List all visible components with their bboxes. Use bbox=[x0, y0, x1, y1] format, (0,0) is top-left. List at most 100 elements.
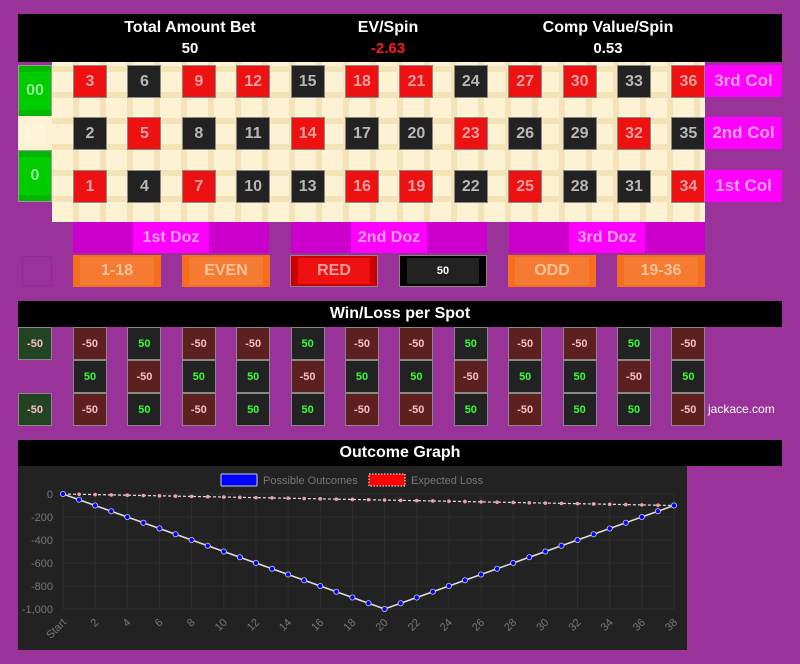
possible-outcomes-point bbox=[461, 577, 468, 584]
expected-loss-point bbox=[173, 494, 178, 498]
possible-outcomes-point bbox=[654, 508, 661, 515]
bet-spot-number[interactable]: 12 bbox=[236, 65, 271, 98]
bet-spot-number[interactable]: 17 bbox=[345, 117, 379, 150]
bet-spot-number[interactable]: 18 bbox=[345, 65, 379, 98]
bet-spot-number[interactable]: 27 bbox=[508, 65, 543, 98]
possible-outcomes-point bbox=[622, 519, 629, 526]
expected-loss-point bbox=[479, 500, 483, 504]
x-tick-label: 2 bbox=[88, 617, 101, 630]
winloss-cell: -50 bbox=[127, 360, 162, 393]
bet-spot-number[interactable]: 1 bbox=[73, 170, 107, 203]
winloss-cell: -50 bbox=[345, 393, 379, 426]
winloss-cell: -50 bbox=[508, 393, 543, 426]
bet-spot-1-18[interactable]: 1-18 bbox=[73, 255, 161, 287]
bet-spot-number[interactable]: 5 bbox=[127, 117, 162, 150]
x-tick-label: 20 bbox=[374, 617, 391, 634]
bet-spot-number[interactable]: 11 bbox=[236, 117, 271, 150]
possible-outcomes-point bbox=[590, 531, 597, 538]
expected-loss-point bbox=[77, 492, 81, 497]
bet-spot-number[interactable]: 24 bbox=[453, 65, 488, 98]
bet-spot-number[interactable]: 22 bbox=[453, 170, 488, 203]
bet-spot-number[interactable]: 32 bbox=[617, 117, 651, 150]
winloss-cell: 50 bbox=[73, 360, 107, 393]
x-tick-label: 12 bbox=[245, 617, 262, 634]
legend-label-possible-outcomes: Possible Outcomes bbox=[263, 475, 358, 487]
possible-outcomes-point bbox=[671, 502, 678, 509]
bet-spot-number[interactable]: 10 bbox=[236, 170, 271, 203]
bet-spot-even[interactable]: EVEN bbox=[182, 255, 270, 287]
comp-value-per-spin: Comp Value/Spin 0.53 bbox=[488, 14, 728, 59]
bet-spot-number[interactable]: 15 bbox=[290, 65, 325, 98]
x-tick-label: 34 bbox=[599, 617, 616, 634]
bet-spot-number[interactable]: 29 bbox=[562, 117, 597, 150]
bet-spot-number[interactable]: 8 bbox=[181, 117, 216, 150]
zero-split-spot[interactable] bbox=[18, 116, 52, 150]
winloss-cell: -50 bbox=[671, 393, 706, 426]
bet-spot-number[interactable]: 16 bbox=[345, 170, 379, 203]
possible-outcomes-point bbox=[445, 583, 452, 590]
comp-label: Comp Value/Spin bbox=[542, 19, 674, 36]
bet-spot-number[interactable]: 6 bbox=[127, 65, 162, 98]
bet-spot-number[interactable]: 14 bbox=[290, 117, 325, 150]
possible-outcomes-point bbox=[285, 571, 292, 578]
winloss-title: Win/Loss per Spot bbox=[18, 301, 782, 327]
bet-spot-number[interactable]: 26 bbox=[508, 117, 543, 150]
bet-spot-19-36[interactable]: 19-36 bbox=[617, 255, 705, 287]
outcome-chart: 0 -200 -400 -600 -800 -1,000 Start 2 4 6 8 10 12 14 16… bbox=[18, 466, 687, 650]
bet-spot-2nd-doz[interactable]: 2nd Doz bbox=[291, 222, 487, 253]
bet-spot-number[interactable]: 21 bbox=[399, 65, 434, 98]
bet-spot-number[interactable]: 23 bbox=[453, 117, 488, 150]
bet-spot-number[interactable]: 36 bbox=[671, 65, 706, 98]
bet-spot-number[interactable]: 13 bbox=[290, 170, 325, 203]
bet-spot-number[interactable]: 31 bbox=[617, 170, 651, 203]
bet-spot-number[interactable]: 30 bbox=[562, 65, 597, 98]
bet-spot-00[interactable]: 00 bbox=[18, 65, 52, 117]
bet-spot-0[interactable]: 0 bbox=[18, 150, 52, 202]
bet-spot-number[interactable]: 2 bbox=[73, 117, 107, 150]
x-tick-label: 26 bbox=[470, 617, 487, 634]
bet-spot-number[interactable]: 7 bbox=[181, 170, 216, 203]
bet-spot-3rd-col[interactable]: 3rd Col bbox=[705, 65, 782, 97]
possible-outcomes-point bbox=[510, 560, 517, 567]
winloss-cell: 50 bbox=[671, 360, 706, 393]
winloss-cell-0: -50 bbox=[18, 393, 52, 426]
y-tick-label: -1,000 bbox=[22, 604, 53, 616]
bet-spot-3rd-doz[interactable]: 3rd Doz bbox=[509, 222, 705, 253]
bet-spot-number[interactable]: 35 bbox=[671, 117, 706, 150]
y-tick-label: -200 bbox=[31, 512, 53, 524]
bet-spot-1st-doz[interactable]: 1st Doz bbox=[73, 222, 269, 253]
expected-loss-point bbox=[318, 497, 323, 501]
winloss-cell: 50 bbox=[290, 327, 325, 360]
bet-spot-2nd-col[interactable]: 2nd Col bbox=[705, 117, 782, 149]
winloss-cell: -50 bbox=[399, 327, 434, 360]
expected-loss-point bbox=[640, 503, 644, 507]
winloss-cell: 50 bbox=[562, 360, 597, 393]
bet-spot-number[interactable]: 4 bbox=[127, 170, 162, 203]
bet-spot-odd[interactable]: ODD bbox=[508, 255, 596, 287]
winloss-cell: 50 bbox=[290, 393, 325, 426]
possible-outcomes-point bbox=[494, 565, 501, 572]
bet-spot-red[interactable]: RED bbox=[290, 255, 378, 287]
x-tick-label: 32 bbox=[567, 617, 584, 634]
bet-spot-number[interactable]: 19 bbox=[399, 170, 434, 203]
outcome-chart-svg: 0-200-400-600-800-1,000Start 2 4 6 8 10 12 14 16… bbox=[22, 473, 680, 642]
expected-loss-point bbox=[495, 500, 499, 504]
winloss-cell: 50 bbox=[453, 327, 488, 360]
possible-outcomes-point bbox=[413, 594, 420, 601]
bet-spot-number[interactable]: 25 bbox=[508, 170, 543, 203]
expected-loss-point bbox=[543, 501, 548, 505]
bet-spot-number[interactable]: 9 bbox=[181, 65, 216, 98]
bet-spot-number[interactable]: 3 bbox=[73, 65, 107, 98]
bet-spot-number[interactable]: 20 bbox=[399, 117, 434, 150]
x-tick-label: 30 bbox=[534, 617, 551, 634]
bet-spot-number[interactable]: 34 bbox=[671, 170, 706, 203]
possible-outcomes-point bbox=[397, 600, 404, 607]
bet-spot-number[interactable]: 28 bbox=[562, 170, 597, 203]
bet-spot-number[interactable]: 33 bbox=[617, 65, 651, 98]
x-tick-label: 24 bbox=[438, 617, 455, 634]
winloss-cell: -50 bbox=[399, 393, 434, 426]
bet-spot-black[interactable]: 50 bbox=[399, 255, 487, 287]
winloss-cell: -50 bbox=[671, 327, 706, 360]
credit-link[interactable]: jackace.com bbox=[708, 402, 775, 416]
bet-spot-1st-col[interactable]: 1st Col bbox=[705, 170, 782, 202]
